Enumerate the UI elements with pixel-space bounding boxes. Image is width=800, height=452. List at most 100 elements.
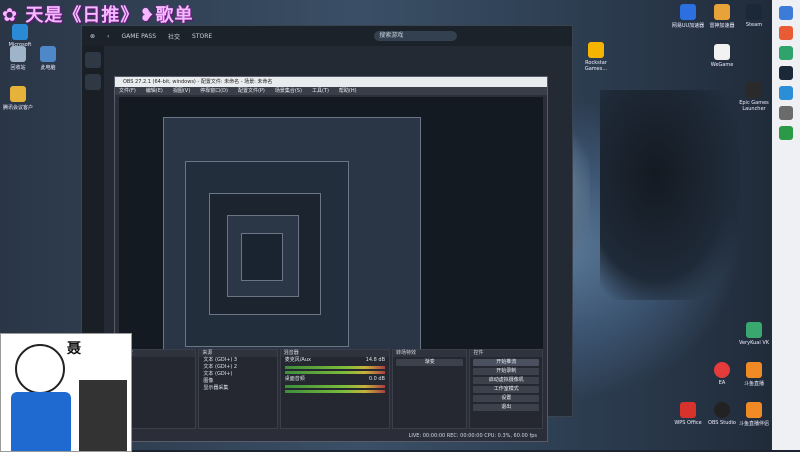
webcam-meme-overlay: 聂 <box>0 333 132 452</box>
desktop-icon-pc[interactable]: 此电脑 <box>30 46 66 71</box>
desktop-icon-label: 腾讯会议客户 <box>2 105 33 111</box>
taskbar-app-icon[interactable] <box>779 6 793 20</box>
epic-games-icon <box>746 82 762 98</box>
desktop-icon-label: 斗鱼直播伴侣 <box>738 421 769 427</box>
xbox-topbar: ⊗ ‹ GAME PASS 社交 STORE 搜索游戏 <box>82 26 572 46</box>
start-streaming-button[interactable]: 开始推流 <box>473 359 539 366</box>
settings-button[interactable]: 设置 <box>473 395 539 402</box>
menu-file[interactable]: 文件(F) <box>119 87 136 95</box>
mixer-header: 混音器 <box>280 350 389 357</box>
back-icon[interactable]: ‹ <box>107 33 109 40</box>
tab-social[interactable]: 社交 <box>168 32 180 41</box>
desktop-icon-label: WPS Office <box>674 420 702 426</box>
source-item[interactable]: 文本 (GDI+) 3 <box>199 357 276 364</box>
steam-icon <box>746 4 762 20</box>
recycle-bin-icon <box>10 46 26 62</box>
sources-dock: 来源 文本 (GDI+) 3 文本 (GDI+) 2 文本 (GDI+) 图像 … <box>198 349 278 429</box>
desktop-icon-uu[interactable]: 网易UU加速器 <box>670 4 706 29</box>
banner-text: 天是《日推》❥歌单 <box>25 5 194 26</box>
mixer-volume-slider[interactable] <box>284 390 385 393</box>
mixer-volume-slider[interactable] <box>284 371 385 374</box>
meme-caption: 聂 <box>67 341 81 357</box>
douyu-assistant-icon <box>746 402 762 418</box>
obs-preview-canvas[interactable] <box>119 97 543 349</box>
source-item[interactable]: 显示器采集 <box>199 385 276 392</box>
folder-icon <box>10 86 26 102</box>
desktop-icon-label: 此电脑 <box>40 65 56 71</box>
desktop-icon-meeting[interactable]: 腾讯会议客户 <box>0 86 36 111</box>
obs-menu-bar: 文件(F) 编辑(E) 视图(V) 停靠窗口(D) 配置文件(P) 场景集合(S… <box>115 87 547 95</box>
taskbar <box>772 0 800 450</box>
exit-button[interactable]: 退出 <box>473 404 539 411</box>
desktop-icon-verykuai[interactable]: VeryKuai VK <box>736 322 772 346</box>
uu-accelerator-icon <box>680 4 696 20</box>
taskbar-app-icon[interactable] <box>779 66 793 80</box>
desktop-icon-rockstar[interactable]: Rockstar Games... <box>578 42 614 72</box>
virtual-camera-button[interactable]: 启动虚拟摄像机 <box>473 377 539 384</box>
tab-gamepass[interactable]: GAME PASS <box>121 33 156 40</box>
start-recording-button[interactable]: 开始录制 <box>473 368 539 375</box>
desktop-icon-leishen[interactable]: 雷神加速器 <box>704 4 740 29</box>
taskbar-app-icon[interactable] <box>779 106 793 120</box>
menu-tools[interactable]: 工具(T) <box>312 87 329 95</box>
obs-window: OBS 27.2.1 (64-bit, windows) - 配置文件: 未命名… <box>114 76 548 442</box>
desktop-icon-steam[interactable]: Steam <box>736 4 772 28</box>
menu-docks[interactable]: 停靠窗口(D) <box>200 87 228 95</box>
desktop-icon-label: EA <box>718 380 726 386</box>
mixer-channel-name: 麦克风/Aux <box>284 357 311 363</box>
tab-store[interactable]: STORE <box>192 33 212 40</box>
taskbar-app-icon[interactable] <box>779 46 793 60</box>
preview-layer-5 <box>241 233 283 281</box>
desktop-icon-douyu[interactable]: 斗鱼直播 <box>736 362 772 387</box>
desktop-icon-ea[interactable]: EA <box>704 362 740 386</box>
controls-dock: 控件 开始推流 开始录制 启动虚拟摄像机 工作室模式 设置 退出 <box>469 349 543 429</box>
controls-header: 控件 <box>470 350 542 357</box>
xbox-logo-icon[interactable]: ⊗ <box>90 33 95 40</box>
source-item[interactable]: 图像 <box>199 378 276 385</box>
obs-status-bar: LIVE: 00:00:00 REC: 00:00:00 CPU: 0.3%, … <box>115 431 547 441</box>
mixer-channel: 麦克风/Aux 14.8 dB <box>281 357 389 364</box>
rockstar-icon <box>588 42 604 58</box>
sidebar-filter-icon[interactable] <box>85 74 101 90</box>
desktop-icon-label: Steam <box>745 22 763 28</box>
mixer-channel: 桌面音频 0.0 dB <box>281 376 389 383</box>
transition-dock: 转场特效 渐变 <box>392 349 468 429</box>
meme-body <box>11 392 71 451</box>
meme-head <box>15 344 65 394</box>
wps-icon <box>680 402 696 418</box>
desktop-icon-label: 网易UU加速器 <box>671 23 705 29</box>
edge-icon <box>12 24 28 40</box>
desktop-icon-epic[interactable]: Epic Games Launcher <box>736 82 772 112</box>
sidebar-library-icon[interactable] <box>85 52 101 68</box>
desktop-icon-label: 回收站 <box>10 65 26 71</box>
taskbar-app-icon[interactable] <box>779 126 793 140</box>
source-item[interactable]: 文本 (GDI+) <box>199 371 276 378</box>
transition-header: 转场特效 <box>393 350 467 357</box>
wegame-icon <box>714 44 730 60</box>
taskbar-app-icon[interactable] <box>779 26 793 40</box>
source-item[interactable]: 文本 (GDI+) 2 <box>199 364 276 371</box>
menu-edit[interactable]: 编辑(E) <box>146 87 163 95</box>
desktop-icon-wegame[interactable]: WeGame <box>704 44 740 68</box>
menu-scene-collection[interactable]: 场景集合(S) <box>275 87 302 95</box>
taskbar-app-icon[interactable] <box>779 86 793 100</box>
mixer-dock: 混音器 麦克风/Aux 14.8 dB 桌面音频 0.0 dB <box>279 349 390 429</box>
mixer-meter <box>284 366 385 369</box>
mixer-channel-level: 14.8 dB <box>365 357 385 363</box>
menu-help[interactable]: 帮助(H) <box>339 87 357 95</box>
transition-select[interactable]: 渐变 <box>396 359 464 366</box>
ea-icon <box>714 362 730 378</box>
desktop-icon-douyu-assistant[interactable]: 斗鱼直播伴侣 <box>736 402 772 427</box>
desktop-icon-label: Epic Games Launcher <box>739 100 769 112</box>
xbox-search-input[interactable]: 搜索游戏 <box>374 31 458 41</box>
menu-profile[interactable]: 配置文件(P) <box>238 87 265 95</box>
desktop-icon-label: OBS Studio <box>708 420 736 426</box>
desktop-icon-wps[interactable]: WPS Office <box>670 402 706 426</box>
desktop-icon-obs[interactable]: OBS Studio <box>704 402 740 426</box>
menu-view[interactable]: 视图(V) <box>173 87 190 95</box>
desktop-icon-label: Rockstar Games... <box>584 60 608 72</box>
desktop-icon-label: WeGame <box>710 62 734 68</box>
desktop-icon-label: VeryKuai VK <box>738 340 770 346</box>
meme-monitor <box>79 380 127 451</box>
studio-mode-button[interactable]: 工作室模式 <box>473 386 539 393</box>
